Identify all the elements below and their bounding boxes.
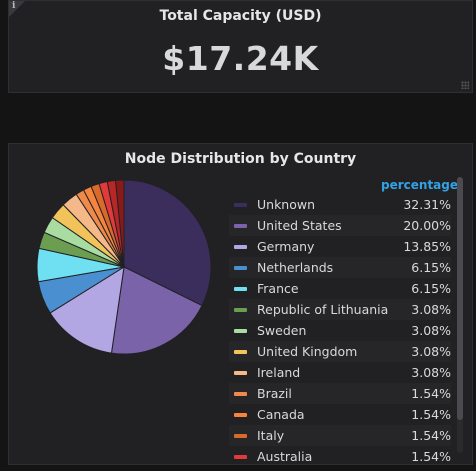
legend-swatch [234,265,247,270]
legend-label: Canada [257,407,305,422]
legend-label: Australia [257,449,313,464]
legend-label: Ireland [257,365,301,380]
panel-title: Node Distribution by Country [124,151,357,167]
legend-value: 1.54% [411,428,451,443]
legend-item[interactable]: Brazil 1.54% [229,383,451,404]
legend-value: 1.54% [411,407,451,422]
legend-swatch [234,454,247,459]
legend-label: United Kingdom [257,344,358,359]
legend-swatch [234,202,247,207]
legend-header-percentage[interactable]: percentage [381,178,458,192]
legend-value: 3.08% [411,302,451,317]
legend-value: 6.15% [411,260,451,275]
resize-handle-icon[interactable] [461,81,469,89]
pie-chart [36,179,212,355]
legend-label: France [257,281,299,296]
legend-item[interactable]: France 6.15% [229,278,451,299]
legend-label: Germany [257,239,315,254]
legend-swatch [234,328,247,333]
legend-item[interactable]: Canada 1.54% [229,404,451,425]
legend-swatch [234,286,247,291]
legend-value: 1.54% [411,386,451,401]
legend-scrollbar[interactable] [457,177,463,453]
legend-item[interactable]: United Kingdom 3.08% [229,341,451,362]
legend-label: Sweden [257,323,307,338]
legend-label: United States [257,218,342,233]
legend-label: Unknown [257,197,316,212]
legend-swatch [234,433,247,438]
legend-value: 13.85% [403,239,451,254]
panel-title: Total Capacity (USD) [159,8,322,24]
legend-swatch [234,307,247,312]
legend-item[interactable]: Unknown 32.31% [229,194,451,215]
legend-value: 3.08% [411,344,451,359]
legend-value: 32.31% [403,197,451,212]
total-capacity-panel: i Total Capacity (USD) $17.24K [8,0,473,93]
legend-item[interactable]: Netherlands 6.15% [229,257,451,278]
legend-item[interactable]: Australia 1.54% [229,446,451,467]
capacity-value: $17.24K [162,39,319,78]
legend-item[interactable]: Ireland 3.08% [229,362,451,383]
legend-label: Italy [257,428,285,443]
legend-item[interactable]: United States 20.00% [229,215,451,236]
legend-label: Netherlands [257,260,334,275]
legend-item[interactable]: Italy 1.54% [229,425,451,446]
legend-swatch [234,370,247,375]
legend-swatch [234,349,247,354]
node-distribution-panel: Node Distribution by Country percentage … [8,143,473,465]
legend: Unknown 32.31% United States 20.00% Germany 1… [229,194,451,467]
legend-item[interactable]: Republic of Lithuania 3.08% [229,299,451,320]
legend-item[interactable]: Germany 13.85% [229,236,451,257]
legend-value: 3.08% [411,323,451,338]
legend-value: 20.00% [403,218,451,233]
legend-item[interactable]: Sweden 3.08% [229,320,451,341]
legend-value: 1.54% [411,449,451,464]
legend-swatch [234,391,247,396]
legend-value: 6.15% [411,281,451,296]
scrollbar-thumb[interactable] [457,177,463,420]
legend-value: 3.08% [411,365,451,380]
legend-swatch [234,244,247,249]
legend-label: Republic of Lithuania [257,302,389,317]
legend-label: Brazil [257,386,292,401]
legend-swatch [234,223,247,228]
legend-swatch [234,412,247,417]
